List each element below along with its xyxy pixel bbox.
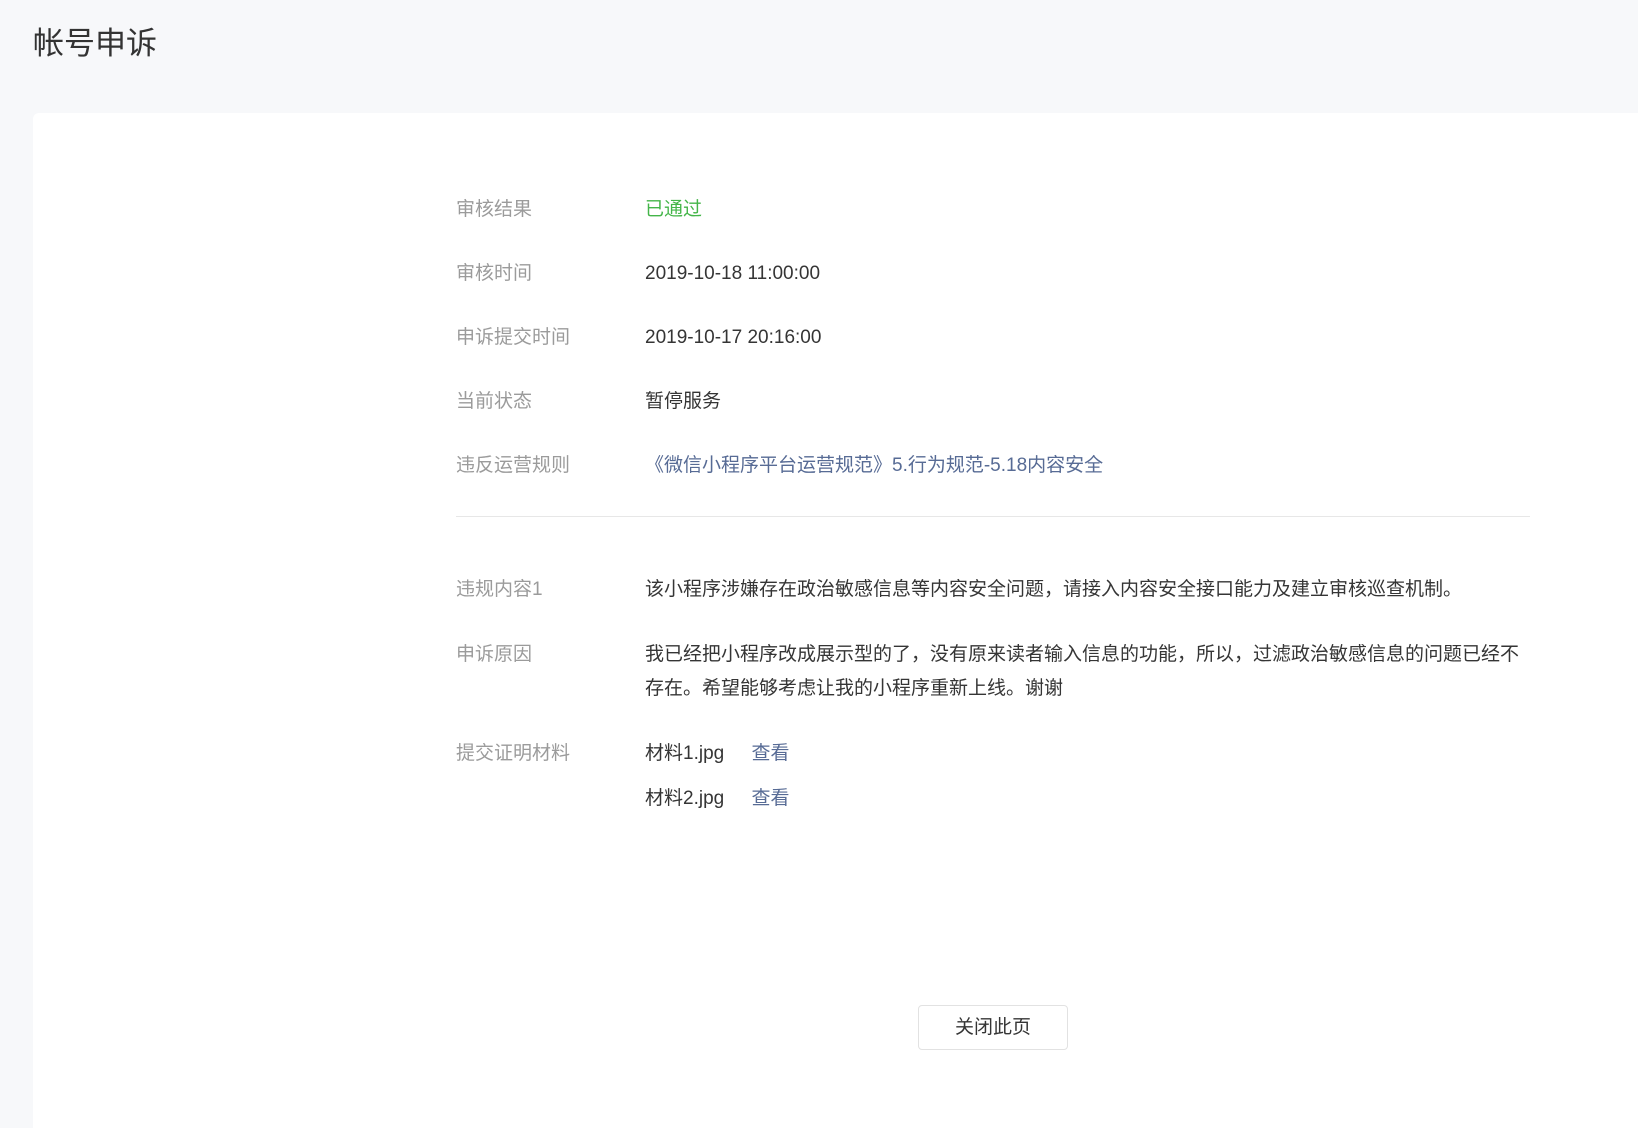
row-proof-materials: 提交证明材料 材料1.jpg 查看 材料2.jpg 查看 xyxy=(456,737,1530,816)
violated-rule-link[interactable]: 《微信小程序平台运营规范》5.行为规范-5.18内容安全 xyxy=(645,455,1103,476)
material-1-filename: 材料1.jpg xyxy=(645,743,725,764)
review-time-value: 2019-10-18 11:00:00 xyxy=(645,263,821,284)
appeal-submit-time-value: 2019-10-17 20:16:00 xyxy=(645,327,822,348)
proof-materials-label: 提交证明材料 xyxy=(456,743,571,764)
appeal-result-card: 审核结果 已通过 审核时间 2019-10-18 11:00:00 申诉提交时间… xyxy=(33,113,1638,1128)
material-file-row: 材料1.jpg 查看 xyxy=(645,737,1530,771)
review-time-label: 审核时间 xyxy=(456,263,533,284)
material-file-row: 材料2.jpg 查看 xyxy=(645,782,1530,816)
review-result-value: 已通过 xyxy=(645,199,703,220)
appeal-reason-value: 我已经把小程序改成展示型的了，没有原来读者输入信息的功能，所以，过滤政治敏感信息… xyxy=(645,644,1520,699)
appeal-reason-label: 申诉原因 xyxy=(456,644,533,665)
violation-detail-section: 违规内容1 该小程序涉嫌存在政治敏感信息等内容安全问题，请接入内容安全接口能力及… xyxy=(456,573,1530,816)
close-page-button[interactable]: 关闭此页 xyxy=(918,1005,1068,1050)
current-status-value: 暂停服务 xyxy=(645,391,722,412)
violated-rule-label: 违反运营规则 xyxy=(456,455,571,476)
button-area: 关闭此页 xyxy=(456,1005,1530,1050)
proof-materials-list: 材料1.jpg 查看 材料2.jpg 查看 xyxy=(645,737,1530,816)
row-review-result: 审核结果 已通过 xyxy=(456,196,1530,224)
appeal-detail-form: 审核结果 已通过 审核时间 2019-10-18 11:00:00 申诉提交时间… xyxy=(456,113,1530,1050)
row-violation-content: 违规内容1 该小程序涉嫌存在政治敏感信息等内容安全问题，请接入内容安全接口能力及… xyxy=(456,573,1530,607)
material-2-filename: 材料2.jpg xyxy=(645,788,725,809)
material-2-view-link[interactable]: 查看 xyxy=(751,788,789,809)
appeal-submit-time-label: 申诉提交时间 xyxy=(456,327,571,348)
row-current-status: 当前状态 暂停服务 xyxy=(456,388,1530,416)
row-appeal-reason: 申诉原因 我已经把小程序改成展示型的了，没有原来读者输入信息的功能，所以，过滤政… xyxy=(456,638,1530,706)
section-divider xyxy=(456,516,1530,517)
row-violated-rule: 违反运营规则 《微信小程序平台运营规范》5.行为规范-5.18内容安全 xyxy=(456,452,1530,480)
page-title: 帐号申诉 xyxy=(33,26,157,61)
review-result-label: 审核结果 xyxy=(456,199,533,220)
violation-content-label: 违规内容1 xyxy=(456,579,543,600)
violation-content-value: 该小程序涉嫌存在政治敏感信息等内容安全问题，请接入内容安全接口能力及建立审核巡查… xyxy=(645,579,1463,600)
row-review-time: 审核时间 2019-10-18 11:00:00 xyxy=(456,260,1530,288)
row-appeal-submit-time: 申诉提交时间 2019-10-17 20:16:00 xyxy=(456,324,1530,352)
material-1-view-link[interactable]: 查看 xyxy=(751,743,789,764)
current-status-label: 当前状态 xyxy=(456,391,533,412)
